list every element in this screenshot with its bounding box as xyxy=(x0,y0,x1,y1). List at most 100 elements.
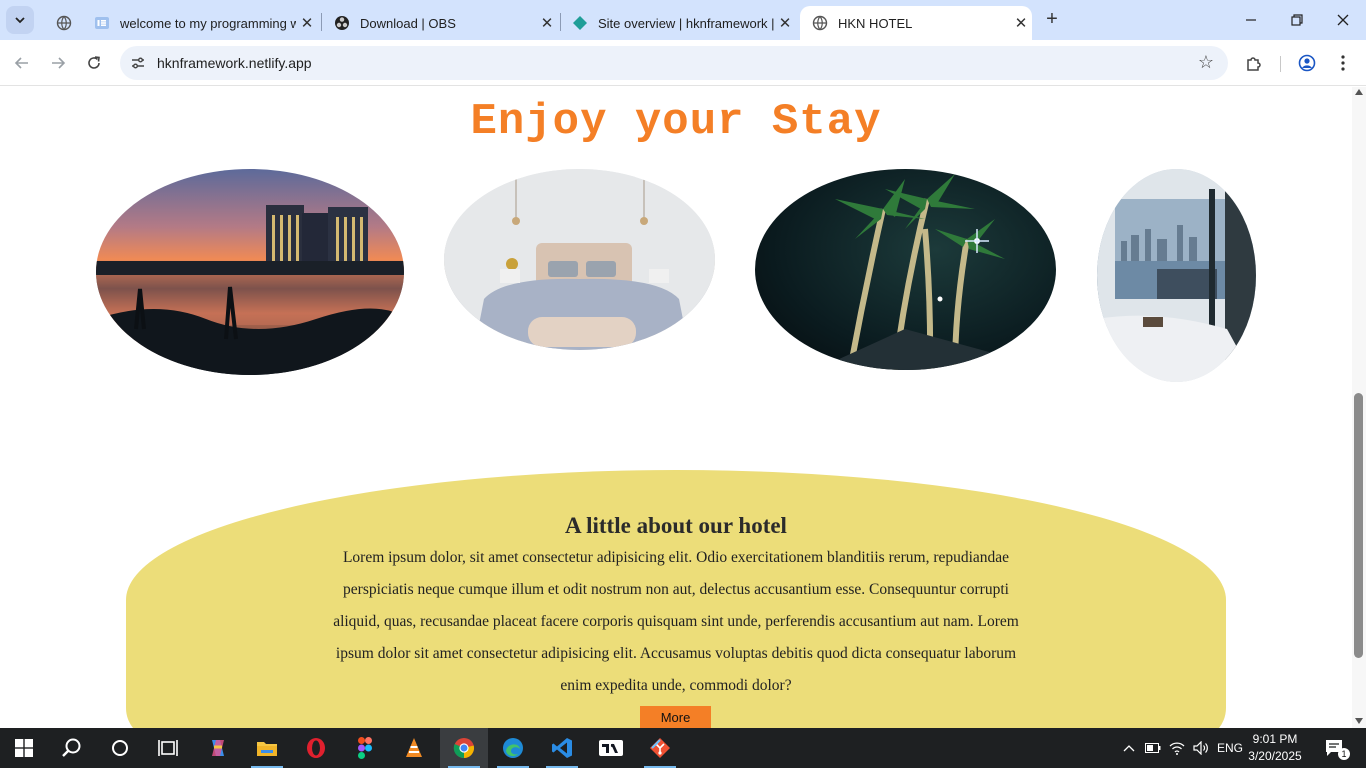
restore-icon xyxy=(1291,14,1303,26)
extensions-button[interactable] xyxy=(1241,50,1267,76)
opera-icon xyxy=(307,738,325,758)
chrome-icon xyxy=(453,738,475,759)
windows-logo-icon xyxy=(15,739,33,757)
show-hidden-icons-button[interactable] xyxy=(1118,728,1140,768)
back-button[interactable] xyxy=(9,50,35,76)
tab-title: Download | OBS xyxy=(360,15,456,31)
elementor-icon xyxy=(94,15,110,31)
tradingview-icon xyxy=(599,740,623,756)
tab-hkn-hotel[interactable]: HKN HOTEL ✕ xyxy=(800,6,1032,40)
forward-button[interactable] xyxy=(45,50,71,76)
copilot-app[interactable] xyxy=(194,728,242,768)
about-body: Lorem ipsum dolor, sit amet consectetur … xyxy=(333,549,1019,694)
page-viewport: Enjoy your Stay A little about our hotel… xyxy=(0,87,1352,728)
minimize-icon xyxy=(1246,19,1256,21)
url-text[interactable]: hknframework.netlify.app xyxy=(157,55,312,71)
arrow-right-icon xyxy=(52,57,66,69)
search-button[interactable] xyxy=(48,728,96,768)
scroll-thumb[interactable] xyxy=(1354,393,1363,658)
puzzle-icon xyxy=(1247,57,1261,71)
menu-button[interactable] xyxy=(1330,50,1356,76)
volume-indicator[interactable] xyxy=(1190,728,1212,768)
vlc-icon xyxy=(406,738,422,757)
tab-title: welcome to my programming w xyxy=(120,15,296,31)
figma-icon xyxy=(358,737,372,759)
globe-icon xyxy=(812,15,828,31)
wifi-icon xyxy=(1169,742,1185,755)
address-bar[interactable]: hknframework.netlify.app ☆ xyxy=(120,46,1228,80)
folder-icon xyxy=(257,742,277,756)
obs-icon xyxy=(334,15,350,31)
close-tab-icon[interactable]: ✕ xyxy=(536,14,558,32)
start-button[interactable] xyxy=(0,728,48,768)
close-window-button[interactable] xyxy=(1320,0,1366,40)
opera-app[interactable] xyxy=(292,728,340,768)
notification-count-badge: 1 xyxy=(1338,748,1350,760)
globe-icon xyxy=(56,15,72,31)
reload-button[interactable] xyxy=(81,50,107,76)
close-tab-icon[interactable]: ✕ xyxy=(774,14,796,32)
tab-netlify[interactable]: Site overview | hknframework | N ✕ xyxy=(560,6,796,40)
clock[interactable]: 9:01 PM 3/20/2025 xyxy=(1240,731,1310,765)
battery-indicator[interactable] xyxy=(1142,728,1164,768)
git-diamond-icon xyxy=(650,738,670,758)
edge-icon xyxy=(503,738,523,758)
tab-strip: welcome to my programming w ✕ Download |… xyxy=(0,0,1366,40)
chevron-down-icon xyxy=(15,17,25,24)
netlify-icon xyxy=(572,15,588,31)
battery-icon xyxy=(1145,743,1161,753)
vscode-icon xyxy=(552,738,572,758)
close-tab-icon[interactable]: ✕ xyxy=(1010,14,1032,32)
clock-date: 3/20/2025 xyxy=(1248,749,1302,763)
browser-toolbar: hknframework.netlify.app ☆ xyxy=(0,40,1366,86)
tab-title: HKN HOTEL xyxy=(838,15,913,31)
profile-button[interactable] xyxy=(1294,50,1320,76)
bookmark-star-icon[interactable]: ☆ xyxy=(1198,52,1214,73)
more-button[interactable]: More xyxy=(640,706,711,728)
about-heading: A little about our hotel xyxy=(565,513,787,538)
reload-icon xyxy=(88,56,100,69)
page-scrollbar[interactable] xyxy=(1352,87,1366,728)
vlc-app[interactable] xyxy=(390,728,438,768)
chevron-up-icon xyxy=(1123,745,1135,752)
hero-title: Enjoy your Stay xyxy=(470,97,882,147)
site-settings-icon[interactable] xyxy=(128,53,148,73)
hotel-lake-sunset-image xyxy=(96,169,404,375)
vscode-app[interactable] xyxy=(538,728,586,768)
clock-time: 9:01 PM xyxy=(1252,732,1298,746)
profile-icon xyxy=(1298,54,1316,72)
hotel-bedroom-image xyxy=(444,169,715,350)
toolbar-divider xyxy=(1280,56,1281,72)
tab-welcome[interactable]: welcome to my programming w ✕ xyxy=(82,6,318,40)
scroll-up-arrow-icon[interactable] xyxy=(1355,89,1363,95)
about-section: A little about our hotel Lorem ipsum dol… xyxy=(126,470,1226,728)
task-view-icon xyxy=(158,740,178,756)
arrow-left-icon xyxy=(14,57,28,69)
cortana-button[interactable] xyxy=(96,728,144,768)
scroll-down-arrow-icon[interactable] xyxy=(1355,718,1363,724)
task-view-button[interactable] xyxy=(144,728,192,768)
tab-pinned-globe[interactable] xyxy=(44,6,74,40)
chrome-app[interactable] xyxy=(440,728,488,768)
kebab-menu-icon xyxy=(1341,55,1345,71)
windows-taskbar: ENG 9:01 PM 3/20/2025 1 xyxy=(0,728,1366,768)
tradingview-app[interactable] xyxy=(587,728,635,768)
copilot-icon xyxy=(212,740,224,756)
tab-obs[interactable]: Download | OBS ✕ xyxy=(322,6,558,40)
minimize-button[interactable] xyxy=(1228,0,1274,40)
palm-trees-night-image xyxy=(755,169,1056,370)
close-tab-icon[interactable]: ✕ xyxy=(296,14,318,32)
tab-search-button[interactable] xyxy=(6,6,34,34)
file-explorer-app[interactable] xyxy=(243,728,291,768)
new-tab-button[interactable]: + xyxy=(1040,8,1064,32)
edge-app[interactable] xyxy=(489,728,537,768)
git-app[interactable] xyxy=(636,728,684,768)
notification-center-button[interactable]: 1 xyxy=(1318,728,1352,768)
cortana-icon xyxy=(112,740,128,756)
restore-button[interactable] xyxy=(1274,0,1320,40)
network-indicator[interactable] xyxy=(1166,728,1188,768)
figma-app[interactable] xyxy=(341,728,389,768)
close-icon xyxy=(1337,14,1349,26)
tab-title: Site overview | hknframework | N xyxy=(598,15,774,31)
speaker-icon xyxy=(1193,741,1208,755)
